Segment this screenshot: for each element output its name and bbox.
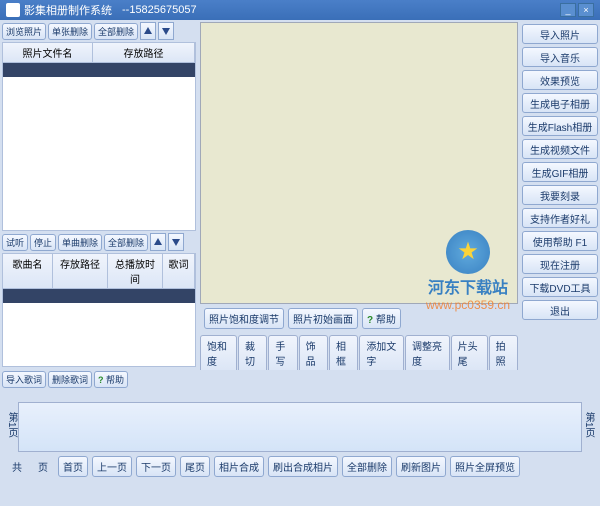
compose-button[interactable]: 相片合成 — [214, 456, 264, 477]
app-phone: --15825675057 — [122, 4, 197, 16]
music-col-time[interactable]: 总播放时间 — [108, 254, 163, 288]
app-icon — [6, 3, 20, 17]
gen-gif-button[interactable]: 生成GIF相册 — [522, 162, 598, 182]
support-button[interactable]: 支持作者好礼 — [522, 208, 598, 228]
tab-snapshot[interactable]: 拍照 — [489, 335, 518, 370]
preview-canvas[interactable] — [200, 22, 518, 304]
total-prefix: 共 — [6, 457, 28, 476]
register-button[interactable]: 现在注册 — [522, 254, 598, 274]
preview-music-button[interactable]: 试听 — [2, 234, 28, 251]
app-title: 影集相册制作系统 — [24, 2, 112, 18]
music-grid-body[interactable] — [2, 289, 196, 367]
page-indicator-right: 第1页 — [581, 412, 596, 438]
burn-button[interactable]: 我要刻录 — [522, 185, 598, 205]
music-col-lyric[interactable]: 歌词 — [163, 254, 195, 288]
music-col-name[interactable]: 歌曲名 — [3, 254, 53, 288]
lyric-toolbar: 导入歌词 删除歌词 ? 帮助 — [2, 369, 196, 390]
saturation-button[interactable]: 照片饱和度调节 — [204, 308, 284, 329]
page-indicator-left: 第1页 — [4, 412, 19, 438]
tab-crop[interactable]: 裁切 — [238, 335, 267, 370]
lyric-help-button[interactable]: ? 帮助 — [94, 371, 128, 388]
music-down-button[interactable] — [168, 233, 184, 251]
help-icon: ? — [367, 315, 373, 326]
photo-col-path[interactable]: 存放路径 — [93, 43, 195, 62]
edit-tabs: 饱和度 裁切 手写 饰品 相框 添加文字 调整亮度 片头尾 拍照 — [200, 333, 518, 372]
music-row-marker — [3, 289, 195, 303]
delete-all-photo-button[interactable]: 全部删除 — [94, 23, 138, 40]
delete-one-music-button[interactable]: 单曲删除 — [58, 234, 102, 251]
tab-frame[interactable]: 相框 — [329, 335, 358, 370]
edit-strip[interactable] — [18, 402, 582, 452]
total-suffix: 页 — [32, 457, 54, 476]
photo-row-marker — [3, 63, 195, 77]
tab-ornament[interactable]: 饰品 — [299, 335, 328, 370]
delete-lyric-button[interactable]: 删除歌词 — [48, 371, 92, 388]
refresh-compose-button[interactable]: 刷出合成相片 — [268, 456, 338, 477]
music-grid: 歌曲名 存放路径 总播放时间 歌词 — [2, 253, 196, 367]
delete-all-compose-button[interactable]: 全部删除 — [342, 456, 392, 477]
delete-all-music-button[interactable]: 全部删除 — [104, 234, 148, 251]
tab-brightness[interactable]: 调整亮度 — [405, 335, 450, 370]
tab-text[interactable]: 添加文字 — [359, 335, 404, 370]
help-icon: ? — [98, 375, 104, 385]
refresh-image-button[interactable]: 刷新图片 — [396, 456, 446, 477]
delete-one-photo-button[interactable]: 单张删除 — [48, 23, 92, 40]
music-col-path[interactable]: 存放路径 — [53, 254, 108, 288]
download-dvd-button[interactable]: 下载DVD工具 — [522, 277, 598, 297]
gen-video-button[interactable]: 生成视频文件 — [522, 139, 598, 159]
next-page-button[interactable]: 下一页 — [136, 456, 176, 477]
import-photo-button[interactable]: 导入照片 — [522, 24, 598, 44]
tab-saturation[interactable]: 饱和度 — [200, 335, 237, 370]
import-music-button[interactable]: 导入音乐 — [522, 47, 598, 67]
photo-col-name[interactable]: 照片文件名 — [3, 43, 93, 62]
last-page-button[interactable]: 尾页 — [180, 456, 210, 477]
photo-grid-body[interactable] — [2, 63, 196, 231]
prev-page-button[interactable]: 上一页 — [92, 456, 132, 477]
fullscreen-preview-button[interactable]: 照片全屏预览 — [450, 456, 520, 477]
tab-titles[interactable]: 片头尾 — [451, 335, 488, 370]
import-lyric-button[interactable]: 导入歌词 — [2, 371, 46, 388]
photo-grid: 照片文件名 存放路径 — [2, 42, 196, 231]
tab-handwrite[interactable]: 手写 — [268, 335, 297, 370]
preview-help-button[interactable]: ? 帮助 — [362, 308, 401, 329]
photo-up-button[interactable] — [140, 22, 156, 40]
help-f1-button[interactable]: 使用帮助 F1 — [522, 231, 598, 251]
music-up-button[interactable] — [150, 233, 166, 251]
minimize-button[interactable]: _ — [560, 3, 576, 17]
stop-music-button[interactable]: 停止 — [30, 234, 56, 251]
music-grid-header: 歌曲名 存放路径 总播放时间 歌词 — [2, 253, 196, 289]
photo-toolbar: 浏览照片 单张删除 全部删除 — [2, 22, 196, 40]
window-controls: _ × — [560, 3, 594, 17]
bottom-nav: 共 页 首页 上一页 下一页 尾页 相片合成 刷出合成相片 全部删除 刷新图片 … — [2, 452, 598, 481]
gen-ealbum-button[interactable]: 生成电子相册 — [522, 93, 598, 113]
photo-grid-header: 照片文件名 存放路径 — [2, 42, 196, 63]
exit-button[interactable]: 退出 — [522, 300, 598, 320]
close-button[interactable]: × — [578, 3, 594, 17]
titlebar: 影集相册制作系统 --15825675057 _ × — [0, 0, 600, 20]
effect-preview-button[interactable]: 效果预览 — [522, 70, 598, 90]
preview-toolbar: 照片饱和度调节 照片初始画面 ? 帮助 — [200, 304, 518, 333]
first-page-button[interactable]: 首页 — [58, 456, 88, 477]
browse-photo-button[interactable]: 浏览照片 — [2, 23, 46, 40]
photo-down-button[interactable] — [158, 22, 174, 40]
music-toolbar: 试听 停止 单曲删除 全部删除 — [2, 233, 196, 251]
initial-frame-button[interactable]: 照片初始画面 — [288, 308, 358, 329]
gen-flash-button[interactable]: 生成Flash相册 — [522, 116, 598, 136]
